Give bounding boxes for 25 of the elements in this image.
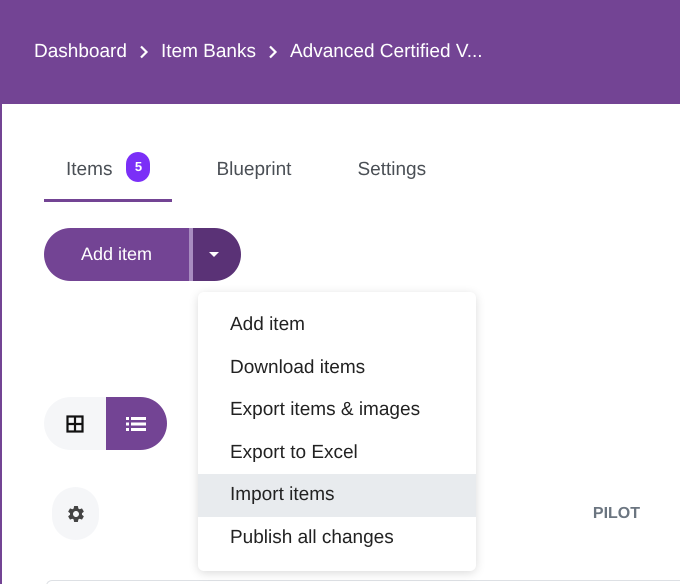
menu-item[interactable]: Import items bbox=[198, 474, 476, 516]
list-view-button[interactable] bbox=[106, 397, 167, 450]
tab[interactable]: Settings bbox=[335, 156, 448, 202]
breadcrumb-link[interactable]: Advanced Certified V... bbox=[290, 38, 483, 66]
menu-item[interactable]: Export items & images bbox=[198, 389, 476, 432]
menu-item[interactable]: Publish all changes bbox=[198, 516, 476, 559]
grid-view-button[interactable] bbox=[44, 397, 106, 450]
chevron-right-icon bbox=[268, 45, 278, 59]
settings-icon bbox=[66, 504, 86, 524]
menu-item[interactable]: Export to Excel bbox=[198, 432, 476, 474]
dropdown-button[interactable] bbox=[193, 228, 241, 281]
tab[interactable]: Blueprint bbox=[194, 156, 314, 202]
tab[interactable]: Items 5 bbox=[44, 156, 172, 202]
breadcrumb-link[interactable]: Item Banks bbox=[160, 38, 256, 66]
menu-item[interactable]: Add item bbox=[198, 304, 476, 346]
chevron-right-icon bbox=[138, 45, 149, 59]
caret-icon bbox=[209, 252, 219, 258]
breadcrumb-link[interactable]: Dashboard bbox=[34, 38, 127, 66]
column-header: PILOT bbox=[592, 504, 640, 524]
add-item-button[interactable]: Add item bbox=[44, 228, 193, 281]
settings-button[interactable] bbox=[52, 487, 99, 540]
list-icon bbox=[126, 416, 146, 432]
grid-icon bbox=[66, 414, 84, 432]
menu-item[interactable]: Download items bbox=[198, 346, 476, 389]
count-badge: 5 bbox=[126, 152, 150, 182]
